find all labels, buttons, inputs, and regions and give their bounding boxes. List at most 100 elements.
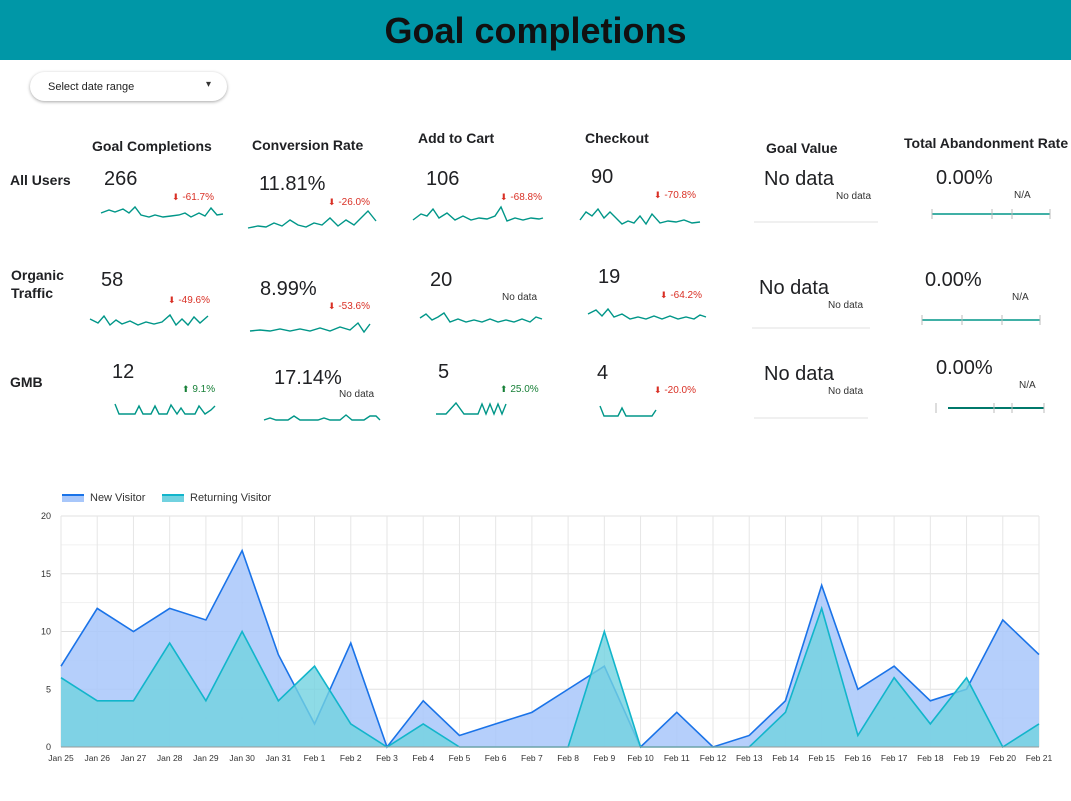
series-new-visitor-point (422, 699, 425, 702)
scorecard-value: 90 (591, 166, 614, 188)
arrow-up-icon: ⬆ (182, 384, 190, 394)
legend-item-new-visitor[interactable]: New Visitor (62, 492, 145, 504)
sparkline (263, 414, 381, 421)
delta-indicator: ⬇ -70.8% (654, 190, 696, 201)
series-returning-visitor-point (422, 722, 425, 725)
x-tick-label: Feb 12 (700, 753, 727, 763)
series-new-visitor-point (530, 711, 533, 714)
y-tick-label: 0 (46, 742, 51, 752)
sparkline (587, 307, 707, 320)
scorecard-value: 12 (112, 361, 135, 383)
row-organic-traffic: Organic Traffic (11, 267, 64, 301)
x-tick-label: Jan 27 (121, 753, 147, 763)
scorecard-value: 17.14% (274, 367, 342, 389)
y-tick-label: 10 (41, 627, 51, 637)
series-returning-visitor-point (929, 722, 932, 725)
series-returning-visitor-point (349, 722, 352, 725)
scorecard-value: No data (764, 363, 835, 385)
y-tick-label: 15 (41, 569, 51, 579)
delta-indicator: ⬇ -26.0% (328, 197, 370, 208)
delta-indicator: ⬆ 9.1% (182, 384, 215, 395)
sparkline (114, 403, 216, 416)
arrow-down-icon: ⬇ (500, 192, 508, 202)
series-new-visitor-point (277, 653, 280, 656)
x-tick-label: Feb 13 (736, 753, 763, 763)
scorecard-value: 106 (426, 168, 460, 190)
delta-value: -20.0% (664, 385, 697, 396)
scorecard-value: No data (764, 168, 835, 190)
x-tick-label: Jan 30 (229, 753, 255, 763)
series-returning-visitor-point (820, 607, 823, 610)
x-tick-label: Feb 10 (627, 753, 654, 763)
series-returning-visitor-point (784, 711, 787, 714)
scorecard-value: 5 (438, 361, 450, 383)
delta-indicator: ⬇ -20.0% (654, 385, 696, 396)
sparkline (412, 205, 544, 222)
scorecard-value: 58 (101, 269, 124, 291)
delta-value: No data (828, 300, 864, 311)
arrow-up-icon: ⬆ (500, 384, 508, 394)
series-new-visitor-point (675, 711, 678, 714)
x-tick-label: Jan 28 (157, 753, 183, 763)
date-range-selector[interactable]: Select date range ▾ (30, 72, 227, 101)
series-new-visitor-point (929, 699, 932, 702)
sparkline-empty (754, 221, 878, 223)
page-title: Goal completions (384, 10, 687, 51)
arrow-down-icon: ⬇ (168, 295, 176, 305)
series-returning-visitor-point (893, 676, 896, 679)
series-returning-visitor-point (313, 665, 316, 668)
scorecard-value: 266 (104, 168, 138, 190)
series-new-visitor-point (168, 607, 171, 610)
x-tick-label: Feb 18 (917, 753, 944, 763)
visitors-area-chart: 0 5 10 15 20 Jan 25 Jan 26 Jan 27 Jan 28 Jan 29 Ja… (41, 511, 1053, 763)
x-tick-label: Feb 1 (304, 753, 326, 763)
sparkline (921, 315, 1041, 325)
series-new-visitor-point (567, 688, 570, 691)
scorecard-value: 11.81% (259, 173, 326, 195)
header-bar: Goal completions (0, 0, 1071, 60)
scorecard-value: 0.00% (925, 269, 982, 291)
sparkline (579, 207, 701, 226)
col-conversion-rate: Conversion Rate (252, 137, 364, 153)
row-all-users: All Users (10, 172, 71, 188)
x-tick-label: Feb 2 (340, 753, 362, 763)
series-new-visitor-point (458, 734, 461, 737)
delta-indicator: ⬇ -64.2% (660, 290, 702, 301)
series-returning-visitor-point (96, 699, 99, 702)
scorecard-value: 4 (597, 362, 609, 384)
sparkline (419, 312, 543, 323)
delta-value: No data (502, 292, 538, 303)
delta-value: N/A (1014, 190, 1031, 201)
delta-value: -26.0% (338, 197, 371, 208)
y-tick-label: 5 (46, 684, 51, 694)
series-returning-visitor-point (241, 630, 244, 633)
scorecard-value: 0.00% (936, 167, 993, 189)
col-add-to-cart: Add to Cart (418, 130, 495, 146)
col-checkout: Checkout (585, 130, 649, 146)
series-returning-visitor-point (132, 699, 135, 702)
arrow-down-icon: ⬇ (328, 301, 336, 311)
col-goal-completions: Goal Completions (92, 138, 212, 154)
series-new-visitor-point (96, 607, 99, 610)
delta-indicator: ⬇ -68.8% (500, 192, 542, 203)
legend-item-returning-visitor[interactable]: Returning Visitor (162, 492, 271, 504)
x-tick-label: Feb 9 (593, 753, 615, 763)
col-goal-value: Goal Value (766, 140, 838, 156)
sparkline (935, 403, 1045, 413)
legend-swatch (162, 494, 184, 503)
legend-label: Returning Visitor (190, 492, 272, 504)
scorecard-value: No data (759, 277, 830, 299)
arrow-down-icon: ⬇ (654, 190, 662, 200)
delta-value: -61.7% (182, 192, 215, 203)
series-new-visitor-point (60, 665, 63, 668)
sparkline (89, 313, 209, 327)
sparkline (436, 401, 507, 416)
sparkline (931, 209, 1051, 219)
delta-value: N/A (1019, 380, 1036, 391)
delta-value: No data (828, 386, 864, 397)
sparkline (599, 405, 657, 417)
sparkline (100, 205, 224, 218)
x-tick-label: Feb 15 (808, 753, 835, 763)
series-new-visitor-point (204, 618, 207, 621)
x-tick-label: Feb 7 (521, 753, 543, 763)
